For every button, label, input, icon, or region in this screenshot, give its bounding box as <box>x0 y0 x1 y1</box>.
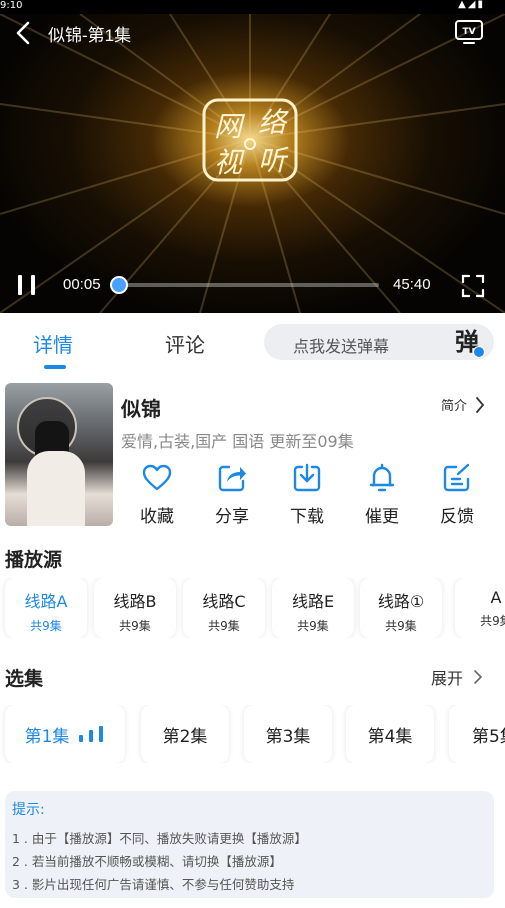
show-title: 似锦 <box>121 397 161 421</box>
cast-to-tv-button[interactable]: TV <box>454 18 484 46</box>
pause-icon <box>18 275 35 295</box>
source-item[interactable]: 线路B 共9集 <box>94 578 176 638</box>
remind-update-label: 催更 <box>365 507 399 527</box>
tv-icon: TV <box>455 20 483 44</box>
now-playing-icon <box>79 726 105 742</box>
edit-icon <box>443 463 470 492</box>
share-label: 分享 <box>215 507 249 527</box>
chevron-left-icon <box>16 21 30 45</box>
chevron-right-icon <box>474 670 483 684</box>
svg-text:网: 网 <box>214 110 246 143</box>
favorite-label: 收藏 <box>140 507 174 527</box>
source-item[interactable]: 线路C 共9集 <box>183 578 265 638</box>
show-poster[interactable] <box>5 383 113 526</box>
fullscreen-button[interactable] <box>460 273 486 299</box>
pause-button[interactable] <box>14 272 40 298</box>
intro-label: 简介 <box>441 399 468 414</box>
source-item[interactable]: 线路A 共9集 <box>5 578 87 638</box>
episode-list: 第1集 第2集 第3集 第4集 第5集 <box>0 705 505 763</box>
tab-comment[interactable]: 评论 <box>165 329 205 358</box>
episodes-title: 选集 <box>5 668 44 690</box>
remind-update-button[interactable]: 催更 <box>352 462 412 527</box>
episode-item[interactable]: 第2集 <box>141 705 229 763</box>
tip-line: 1 . 由于【播放源】不同、播放失败请更换【播放源】 <box>12 831 307 846</box>
svg-text:络: 络 <box>258 106 289 139</box>
source-item[interactable]: 线路E 共9集 <box>272 578 354 638</box>
share-icon <box>218 465 246 492</box>
danmaku-check-icon <box>473 346 485 358</box>
danmaku-placeholder: 点我发送弹幕 <box>293 337 390 356</box>
feedback-label: 反馈 <box>440 507 474 527</box>
detail-panel: 似锦 简介 爱情,古装,国产 国语 更新至09集 收藏 分享 下载 催更 反馈 … <box>0 373 505 908</box>
episode-item[interactable]: 第3集 <box>244 705 332 763</box>
svg-text:视: 视 <box>214 146 245 179</box>
episode-item[interactable]: 第4集 <box>346 705 434 763</box>
episode-item[interactable]: 第5集 <box>449 705 505 763</box>
active-tab-indicator <box>44 365 66 369</box>
fullscreen-icon <box>461 274 485 298</box>
tips-title: 提示: <box>12 802 45 818</box>
source-list: 线路A 共9集 线路B 共9集 线路C 共9集 线路E 共9集 线路① 共9集 … <box>0 578 505 638</box>
svg-text:听: 听 <box>258 144 289 177</box>
danmaku-toggle-button[interactable]: 弹 <box>455 328 487 358</box>
back-button[interactable] <box>10 18 36 48</box>
tips-box: 提示: 1 . 由于【播放源】不同、播放失败请更换【播放源】 2 . 若当前播放… <box>5 791 494 898</box>
video-title: 似锦-第1集 <box>48 26 132 45</box>
signal-battery-icon: ▲◢▮ <box>458 0 485 10</box>
source-item[interactable]: 线路① 共9集 <box>360 578 442 638</box>
download-button[interactable]: 下载 <box>277 462 337 527</box>
status-time: 9:10 <box>0 0 23 11</box>
video-player[interactable]: 9:10 ▲◢▮ 似锦-第1集 TV 网 络 视 听 00:05 45:40 <box>0 0 505 313</box>
expand-label: 展开 <box>431 669 464 688</box>
expand-button[interactable]: 展开 <box>431 665 483 689</box>
favorite-button[interactable]: 收藏 <box>127 462 187 527</box>
tip-line: 3 . 影片出现任何广告请谨慎、不参与任何赞助支持 <box>12 877 295 892</box>
seek-bar[interactable] <box>110 276 379 294</box>
intro-button[interactable]: 简介 <box>441 395 485 414</box>
download-icon <box>293 463 321 492</box>
tab-detail[interactable]: 详情 <box>33 329 73 358</box>
episode-item[interactable]: 第1集 <box>5 705 125 763</box>
share-button[interactable]: 分享 <box>202 462 262 527</box>
tab-bar: 详情 评论 点我发送弹幕 弹 <box>0 313 505 373</box>
download-label: 下载 <box>290 507 324 527</box>
show-tags: 爱情,古装,国产 国语 更新至09集 <box>121 432 354 451</box>
svg-text:TV: TV <box>462 27 475 37</box>
chevron-right-icon <box>476 396 485 413</box>
sources-title: 播放源 <box>5 549 63 571</box>
action-bar: 收藏 分享 下载 催更 反馈 <box>120 462 505 527</box>
channel-logo: 网 络 视 听 <box>202 98 298 182</box>
source-item[interactable]: A 共9集 <box>455 578 505 638</box>
feedback-button[interactable]: 反馈 <box>427 462 487 527</box>
tip-line: 2 . 若当前播放不顺畅或模糊、请切换【播放源】 <box>12 854 282 869</box>
heart-icon <box>142 464 172 491</box>
current-time: 00:05 <box>63 276 101 293</box>
status-bar: 9:10 ▲◢▮ <box>0 0 505 14</box>
total-time: 45:40 <box>393 276 431 293</box>
bell-icon <box>369 463 395 492</box>
